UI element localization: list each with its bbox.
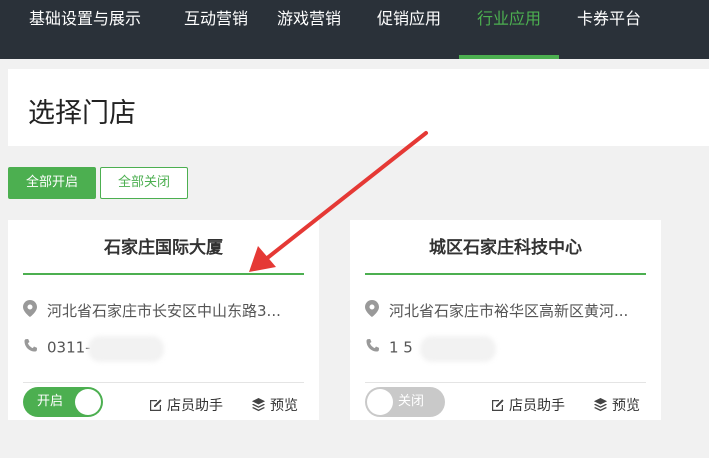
toggle-label: 关闭 xyxy=(398,394,425,409)
layers-icon xyxy=(593,397,608,412)
store-address-text: 河北省石家庄市裕华区高新区黄河... xyxy=(389,302,629,320)
nav-item-coupon-platform[interactable]: 卡券平台 xyxy=(577,0,641,59)
redaction-blur xyxy=(420,336,496,362)
store-phone-text: 1 5 xyxy=(389,338,413,357)
toggle-knob xyxy=(75,389,101,415)
toggle-knob xyxy=(367,389,393,415)
store-status-toggle[interactable]: 开启 xyxy=(23,387,103,417)
store-phone: 0311- 9999 xyxy=(23,338,309,360)
edit-icon xyxy=(492,399,504,411)
card-footer: 关闭 店员助手 预览 xyxy=(365,382,646,420)
preview-label: 预览 xyxy=(612,398,640,414)
preview-label: 预览 xyxy=(270,398,298,414)
nav-item-industry-apps[interactable]: 行业应用 xyxy=(459,0,559,59)
location-icon xyxy=(365,300,383,321)
open-all-button[interactable]: 全部开启 xyxy=(8,167,96,199)
edit-icon xyxy=(150,399,162,411)
phone-icon xyxy=(23,338,41,357)
store-address: 河北省石家庄市长安区中山东路3... xyxy=(23,300,309,322)
location-icon xyxy=(23,300,41,321)
nav-item-game-marketing[interactable]: 游戏营销 xyxy=(277,0,341,59)
redaction-blur xyxy=(88,336,164,362)
title-panel: 选择门店 xyxy=(8,69,709,146)
staff-assistant-button[interactable]: 店员助手 xyxy=(149,395,223,415)
nav-item-basic-settings[interactable]: 基础设置与展示 xyxy=(28,0,142,59)
nav-item-interactive-marketing[interactable]: 互动营销 xyxy=(178,0,254,59)
store-name: 城区石家庄科技中心 xyxy=(365,234,646,275)
store-address: 河北省石家庄市裕华区高新区黄河... xyxy=(365,300,651,322)
store-status-toggle[interactable]: 关闭 xyxy=(365,387,445,417)
toggle-label: 开启 xyxy=(37,394,64,409)
store-card: 石家庄国际大厦 河北省石家庄市长安区中山东路3... 0311- 9999 开启… xyxy=(8,220,319,420)
layers-icon xyxy=(251,397,266,412)
store-phone: 1 5 xyxy=(365,338,651,360)
staff-assistant-label: 店员助手 xyxy=(167,398,223,414)
page-title: 选择门店 xyxy=(28,98,136,129)
phone-icon xyxy=(365,338,383,357)
store-name: 石家庄国际大厦 xyxy=(23,234,304,275)
store-card: 城区石家庄科技中心 河北省石家庄市裕华区高新区黄河... 1 5 关闭 店员助手… xyxy=(350,220,661,420)
store-address-text: 河北省石家庄市长安区中山东路3... xyxy=(47,302,281,320)
top-nav: 基础设置与展示 互动营销 游戏营销 促销应用 行业应用 卡券平台 xyxy=(0,0,709,59)
staff-assistant-label: 店员助手 xyxy=(509,398,565,414)
close-all-button[interactable]: 全部关闭 xyxy=(100,167,188,199)
preview-button[interactable]: 预览 xyxy=(251,395,298,415)
card-footer: 开启 店员助手 预览 xyxy=(23,382,304,420)
staff-assistant-button[interactable]: 店员助手 xyxy=(491,395,565,415)
preview-button[interactable]: 预览 xyxy=(593,395,640,415)
nav-item-promotion-apps[interactable]: 促销应用 xyxy=(377,0,441,59)
